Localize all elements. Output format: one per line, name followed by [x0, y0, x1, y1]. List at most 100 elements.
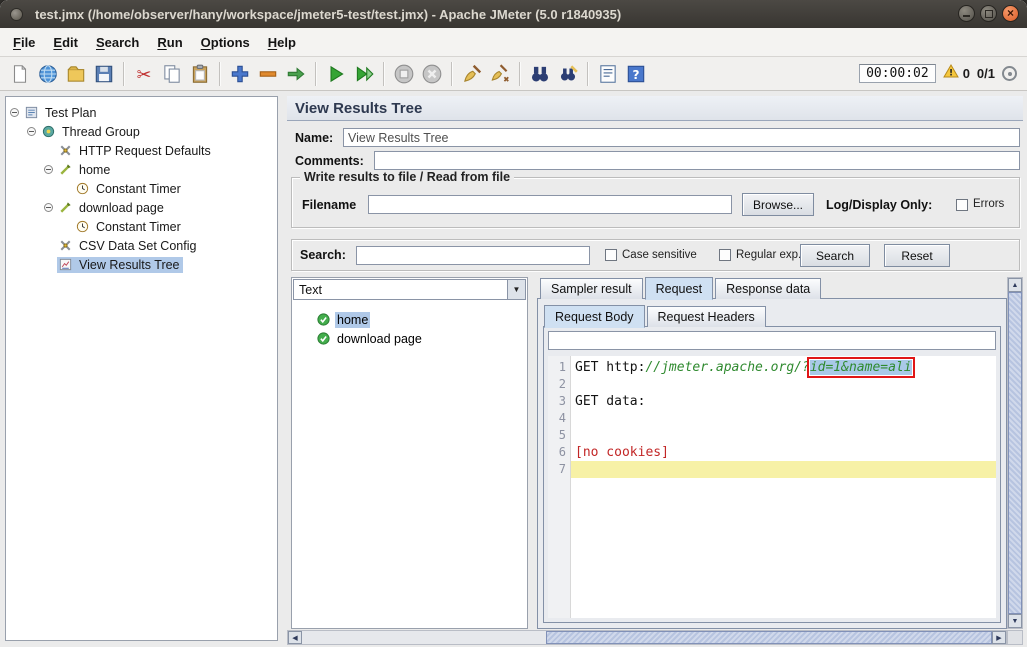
test-plan-icon [24, 105, 39, 120]
line-number: 4 [558, 411, 566, 425]
chevron-down-icon[interactable]: ▼ [507, 280, 525, 299]
scroll-up-button[interactable]: ▲ [1008, 278, 1022, 292]
result-tabs: Sampler result Request Response data [540, 277, 823, 300]
tab-request-headers[interactable]: Request Headers [646, 306, 766, 327]
result-item-download-page[interactable]: download page [294, 329, 525, 348]
success-shield-icon [316, 312, 331, 327]
svg-text:?: ? [632, 67, 639, 81]
tree-node-view-results-tree[interactable]: View Results Tree [6, 255, 277, 274]
browse-button[interactable]: Browse... [742, 193, 814, 216]
errors-checkbox[interactable] [956, 199, 968, 211]
name-label: Name: [295, 131, 334, 145]
filename-input[interactable] [368, 195, 732, 214]
errors-checkbox-label[interactable]: Errors [973, 198, 1004, 210]
expand-toggle-icon[interactable] [44, 165, 53, 174]
window-menu-icon[interactable] [10, 7, 23, 21]
toolbar-separator [451, 61, 453, 86]
clear-icon[interactable] [458, 60, 486, 87]
search-label: Search: [300, 248, 346, 262]
save-icon[interactable] [90, 60, 118, 87]
tree-node-http-request-defaults[interactable]: HTTP Request Defaults [6, 141, 277, 160]
window-title: test.jmx (/home/observer/hany/workspace/… [35, 6, 622, 22]
case-sensitive-checkbox[interactable] [605, 249, 617, 261]
results-panel: Text ▼ home download page [291, 277, 528, 629]
log-display-only-label: Log/Display Only: [826, 198, 933, 212]
tab-sampler-result[interactable]: Sampler result [540, 278, 643, 299]
remove-element-icon[interactable] [254, 60, 282, 87]
tree-node-home[interactable]: home [6, 160, 277, 179]
menu-run[interactable]: Run [148, 31, 191, 54]
tree-node-test-plan[interactable]: Test Plan [6, 103, 277, 122]
expand-toggle-icon[interactable] [27, 127, 36, 136]
scroll-down-button[interactable]: ▼ [1008, 614, 1022, 628]
new-file-icon[interactable] [6, 60, 34, 87]
menu-search[interactable]: Search [87, 31, 148, 54]
add-element-icon[interactable] [226, 60, 254, 87]
search-reset-icon[interactable] [554, 60, 582, 87]
editor-line: GET data: [571, 393, 996, 410]
shutdown-icon[interactable] [418, 60, 446, 87]
comments-input[interactable] [374, 151, 1020, 170]
minimize-button[interactable] [958, 5, 975, 22]
vertical-scrollbar-thumb[interactable] [1008, 292, 1022, 614]
help-icon[interactable]: ? [622, 60, 650, 87]
name-input[interactable] [343, 128, 1020, 147]
editor-lines: GET http://jmeter.apache.org/?id=1&name=… [571, 356, 996, 618]
request-body-panel: 1 2 3 4 5 6 7 GET http://jmeter.apache.org/?id… [543, 326, 1001, 623]
reset-button[interactable]: Reset [884, 244, 950, 267]
start-icon[interactable] [322, 60, 350, 87]
search-input[interactable] [356, 246, 590, 265]
menu-options[interactable]: Options [192, 31, 259, 54]
stop-icon[interactable] [390, 60, 418, 87]
tree-node-csv-data-set-config[interactable]: CSV Data Set Config [6, 236, 277, 255]
scroll-right-button[interactable]: ▶ [992, 631, 1006, 644]
sampler-icon [58, 162, 73, 177]
editor-line: GET http://jmeter.apache.org/?id=1&name=… [571, 357, 996, 378]
maximize-button[interactable] [980, 5, 997, 22]
search-button[interactable]: Search [800, 244, 870, 267]
horizontal-scrollbar-thumb[interactable] [546, 631, 992, 644]
title-bar[interactable]: test.jmx (/home/observer/hany/workspace/… [0, 0, 1027, 28]
cut-icon[interactable]: ✂ [130, 60, 158, 87]
paste-icon[interactable] [186, 60, 214, 87]
tree-node-download-page[interactable]: download page [6, 198, 277, 217]
tree-node-constant-timer[interactable]: Constant Timer [6, 179, 277, 198]
copy-icon[interactable] [158, 60, 186, 87]
expand-toggle-icon[interactable] [44, 203, 53, 212]
templates-icon[interactable] [62, 60, 90, 87]
vertical-scrollbar[interactable]: ▲ ▼ [1007, 277, 1023, 629]
tab-request-body[interactable]: Request Body [544, 305, 645, 328]
menu-edit[interactable]: Edit [44, 31, 87, 54]
close-button[interactable] [1002, 5, 1019, 22]
result-item-home[interactable]: home [294, 310, 525, 329]
scroll-left-button[interactable]: ◀ [288, 631, 302, 644]
function-helper-icon[interactable] [594, 60, 622, 87]
log-errors-indicator[interactable]: ! 0 [942, 64, 970, 83]
expand-toggle-icon[interactable] [10, 108, 19, 117]
code-segment: GET http: [575, 360, 646, 375]
menu-file[interactable]: File [4, 31, 44, 54]
tree-node-thread-group[interactable]: Thread Group [6, 122, 277, 141]
toggle-element-icon[interactable] [282, 60, 310, 87]
page-title: View Results Tree [287, 96, 1023, 121]
renderer-select-value: Text [299, 282, 322, 297]
open-file-icon[interactable] [34, 60, 62, 87]
search-icon[interactable] [526, 60, 554, 87]
regular-exp-label[interactable]: Regular exp. [736, 249, 801, 261]
tree-node-constant-timer[interactable]: Constant Timer [6, 217, 277, 236]
horizontal-scrollbar[interactable]: ◀ ▶ [287, 630, 1007, 645]
start-no-pauses-icon[interactable] [350, 60, 378, 87]
toolbar-separator [383, 61, 385, 86]
clear-all-icon[interactable] [486, 60, 514, 87]
regular-exp-checkbox[interactable] [719, 249, 731, 261]
renderer-select[interactable]: Text ▼ [293, 279, 526, 300]
test-plan-tree[interactable]: Test Plan Thread Group HTTP Request Defaul… [5, 96, 278, 641]
request-body-editor[interactable]: 1 2 3 4 5 6 7 GET http://jmeter.apache.org/?id… [548, 356, 996, 618]
menu-help[interactable]: Help [259, 31, 305, 54]
tab-request[interactable]: Request [644, 277, 714, 300]
tab-response-data[interactable]: Response data [715, 278, 822, 299]
request-search-input[interactable] [548, 331, 996, 350]
case-sensitive-label[interactable]: Case sensitive [622, 249, 697, 261]
